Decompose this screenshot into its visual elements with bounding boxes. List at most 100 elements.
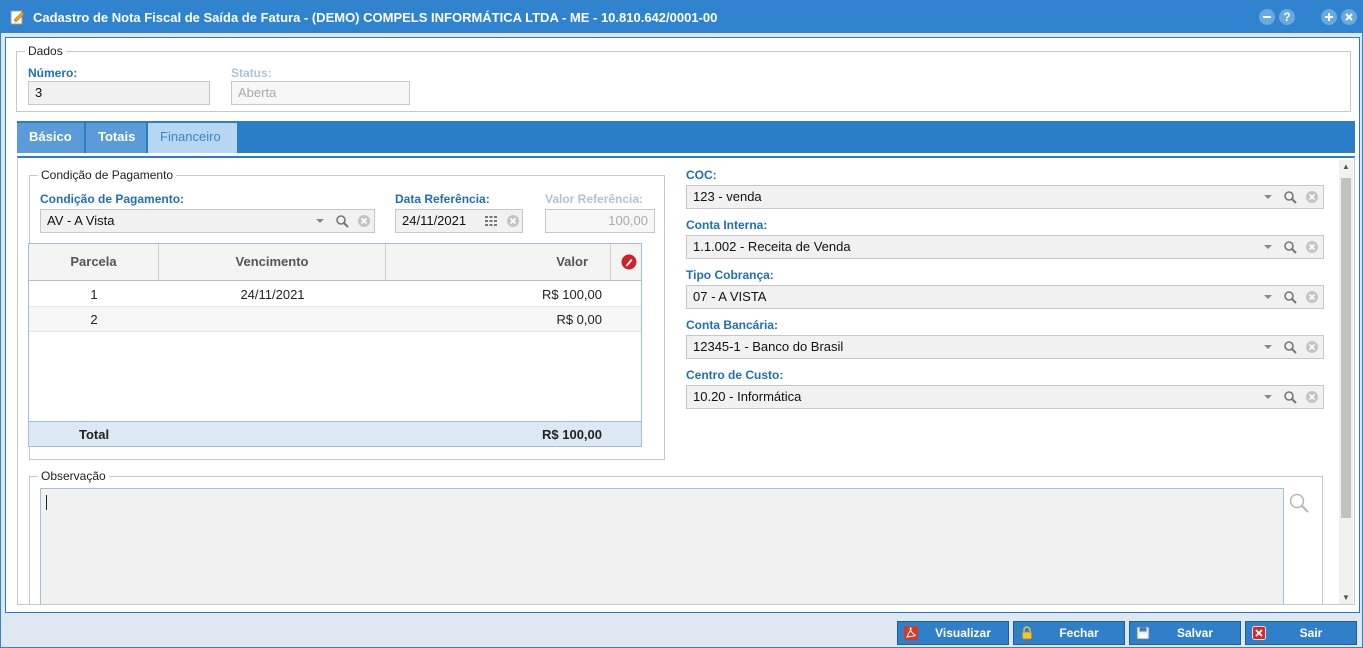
search-icon[interactable] [1288, 492, 1310, 514]
data-referencia-value: 24/11/2021 [402, 213, 467, 228]
calendar-icon[interactable] [484, 214, 498, 228]
total-label: Total [79, 427, 110, 442]
status-label: Status: [231, 66, 272, 80]
lock-icon [1022, 626, 1032, 640]
visualizar-label: Visualizar [935, 626, 991, 640]
edit-document-icon [10, 10, 25, 25]
clear-icon[interactable] [1305, 290, 1319, 304]
visualizar-button[interactable]: Visualizar [897, 621, 1009, 645]
app-window: Cadastro de Nota Fiscal de Saída de Fatu… [0, 0, 1363, 648]
dados-legend: Dados [28, 44, 63, 58]
search-icon[interactable] [1283, 290, 1297, 304]
exit-icon [1252, 626, 1266, 640]
column-header-valor[interactable]: Valor [386, 244, 611, 280]
conta-interna-select[interactable]: 1.1.002 - Receita de Venda [686, 235, 1324, 259]
data-referencia-label: Data Referência: [395, 192, 490, 206]
cell-parcela: 1 [90, 287, 98, 302]
tab-basico[interactable]: Básico [17, 123, 85, 153]
dados-group: Dados [16, 44, 1351, 112]
clear-icon[interactable] [1305, 190, 1319, 204]
search-icon[interactable] [1283, 240, 1297, 254]
dropdown-arrow-icon[interactable] [1261, 240, 1275, 254]
scroll-up-icon[interactable]: ▲ [1339, 160, 1353, 174]
clear-icon[interactable] [1305, 340, 1319, 354]
salvar-label: Salvar [1176, 626, 1214, 640]
column-header-vencimento[interactable]: Vencimento [159, 244, 386, 280]
close-icon[interactable] [1341, 9, 1357, 25]
search-icon[interactable] [1283, 340, 1297, 354]
tipo-cobranca-value: 07 - A VISTA [693, 289, 767, 304]
window-title: Cadastro de Nota Fiscal de Saída de Fatu… [33, 10, 718, 25]
condicao-select[interactable]: AV - A Vista [40, 209, 375, 233]
financeiro-panel: Condição de Pagamento Condição de Pagame… [17, 156, 1355, 605]
numero-label: Número: [28, 66, 78, 80]
clear-icon[interactable] [506, 214, 520, 228]
search-icon[interactable] [1283, 390, 1297, 404]
status-field: Aberta [231, 81, 410, 105]
clear-icon[interactable] [357, 214, 371, 228]
cell-valor: R$ 0,00 [556, 312, 602, 327]
coc-label: COC: [686, 168, 717, 182]
text-cursor [46, 495, 47, 510]
fechar-label: Fechar [1059, 626, 1099, 640]
clear-icon[interactable] [1305, 240, 1319, 254]
sair-button[interactable]: Sair [1245, 621, 1357, 645]
centro-custo-select[interactable]: 10.20 - Informática [686, 385, 1324, 409]
sair-label: Sair [1299, 626, 1323, 640]
condicao-label: Condição de Pagamento: [40, 192, 185, 206]
centro-custo-value: 10.20 - Informática [693, 389, 802, 404]
grid-total-row: Total R$ 100,00 [29, 421, 641, 446]
minimize-icon[interactable] [1259, 9, 1275, 25]
tab-financeiro[interactable]: Financeiro [148, 123, 238, 153]
scroll-down-icon[interactable]: ▼ [1339, 591, 1353, 604]
form-content: Dados Número: 3 Status: Aberta Básico To… [5, 37, 1360, 613]
valor-referencia-field: 100,00 [545, 209, 655, 233]
conta-interna-value: 1.1.002 - Receita de Venda [693, 239, 851, 254]
grid-header: Parcela Vencimento Valor [29, 244, 641, 281]
tipo-cobranca-label: Tipo Cobrança: [686, 268, 774, 282]
numero-field[interactable]: 3 [28, 81, 210, 105]
table-row[interactable]: 2 R$ 0,00 [29, 307, 641, 332]
conta-bancaria-value: 12345-1 - Banco do Brasil [693, 339, 844, 354]
conta-interna-label: Conta Interna: [686, 218, 768, 232]
conta-bancaria-label: Conta Bancária: [686, 318, 779, 332]
dropdown-arrow-icon[interactable] [1261, 290, 1275, 304]
observacao-legend: Observação [41, 469, 106, 483]
cell-vencimento: 24/11/2021 [240, 287, 305, 302]
pdf-icon [904, 626, 918, 640]
observacao-textarea[interactable] [40, 488, 1284, 604]
panel-scrollbar[interactable]: ▲ ▼ [1339, 160, 1353, 604]
dropdown-arrow-icon[interactable] [1261, 340, 1275, 354]
save-icon [1136, 626, 1150, 640]
data-referencia-field[interactable]: 24/11/2021 [395, 209, 523, 233]
delete-row-icon[interactable] [621, 254, 637, 270]
conta-bancaria-select[interactable]: 12345-1 - Banco do Brasil [686, 335, 1324, 359]
maximize-icon[interactable] [1321, 9, 1337, 25]
fechar-button[interactable]: Fechar [1013, 621, 1125, 645]
cell-valor: R$ 100,00 [542, 287, 602, 302]
tab-totais[interactable]: Totais [86, 123, 147, 153]
dropdown-arrow-icon[interactable] [313, 214, 327, 228]
scroll-thumb[interactable] [1341, 178, 1351, 518]
title-bar: Cadastro de Nota Fiscal de Saída de Fatu… [1, 1, 1362, 33]
table-row[interactable]: 1 24/11/2021 R$ 100,00 [29, 282, 641, 307]
centro-custo-label: Centro de Custo: [686, 368, 784, 382]
tab-bar: Básico Totais Financeiro [17, 121, 1355, 153]
valor-referencia-label: Valor Referência: [545, 192, 644, 206]
parcelas-grid: Parcela Vencimento Valor 1 24/11/2021 R$… [28, 243, 642, 447]
clear-icon[interactable] [1305, 390, 1319, 404]
condicao-value: AV - A Vista [47, 213, 115, 228]
dropdown-arrow-icon[interactable] [1261, 190, 1275, 204]
tipo-cobranca-select[interactable]: 07 - A VISTA [686, 285, 1324, 309]
coc-select[interactable]: 123 - venda [686, 185, 1324, 209]
cell-parcela: 2 [90, 312, 98, 327]
total-value: R$ 100,00 [542, 427, 602, 442]
help-icon[interactable]: ? [1279, 9, 1295, 25]
coc-value: 123 - venda [693, 189, 762, 204]
search-icon[interactable] [335, 214, 349, 228]
salvar-button[interactable]: Salvar [1129, 621, 1241, 645]
condicao-pagamento-legend: Condição de Pagamento [41, 168, 174, 182]
search-icon[interactable] [1283, 190, 1297, 204]
dropdown-arrow-icon[interactable] [1261, 390, 1275, 404]
column-header-parcela[interactable]: Parcela [29, 244, 159, 280]
